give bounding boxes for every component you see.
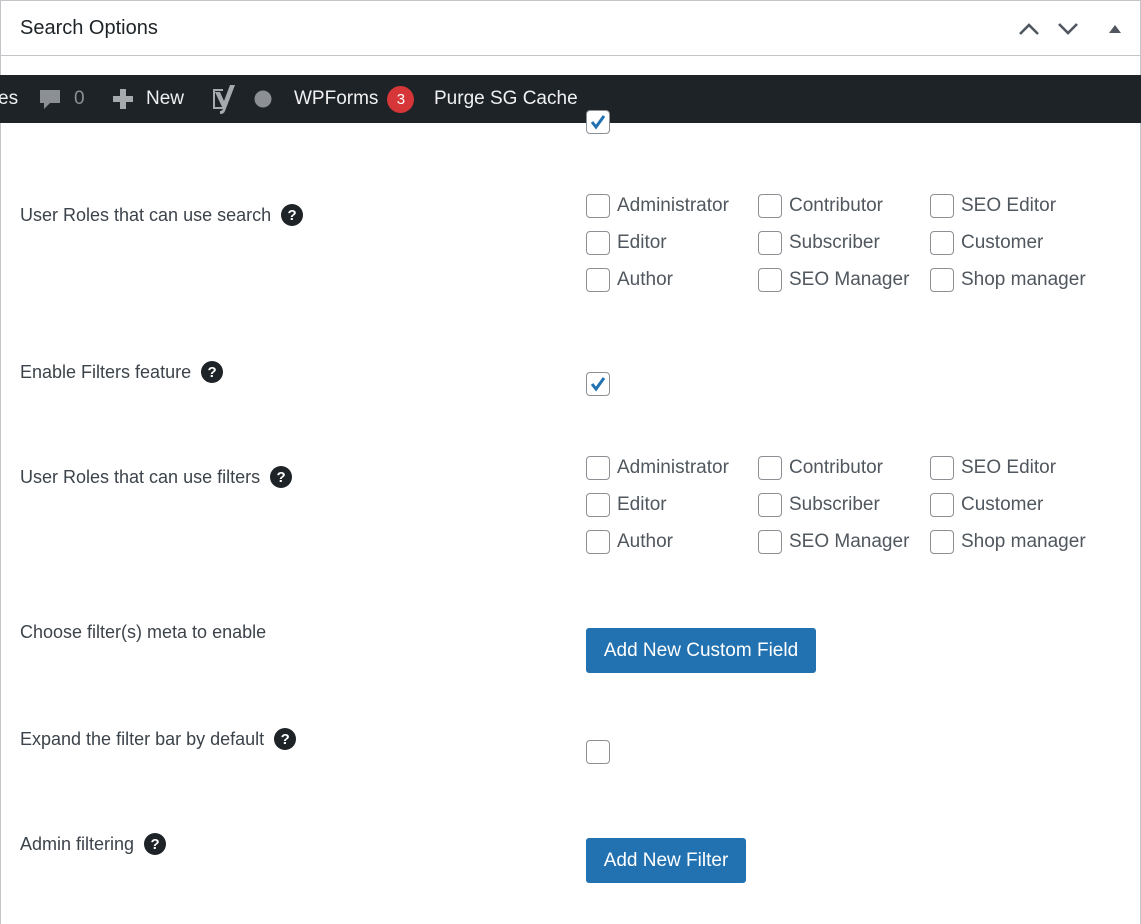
filters-feature-label-text: Enable Filters feature xyxy=(20,361,192,382)
add-new-filter-button[interactable]: Add New Filter xyxy=(586,838,746,883)
admin-bar-comments[interactable]: 0 xyxy=(38,75,85,123)
admin-bar-purge-cache[interactable]: Purge SG Cache xyxy=(434,75,578,123)
filter-roles-label: User Roles that can use filters ? xyxy=(20,466,293,488)
panel-content: User Roles that can use search ? Adminis… xyxy=(0,110,1141,924)
filter-meta-label: Choose filter(s) meta to enable xyxy=(20,622,266,643)
filter-role-customer-label[interactable]: Customer xyxy=(961,494,1043,516)
postbox-header: Search Options xyxy=(0,0,1141,56)
wpforms-badge: 3 xyxy=(387,85,415,113)
filter-role-subscriber-checkbox[interactable] xyxy=(758,493,782,517)
filter-role-administrator-checkbox[interactable] xyxy=(586,456,610,480)
search-role-customer-label[interactable]: Customer xyxy=(961,232,1043,254)
status-dot-icon xyxy=(254,90,272,108)
filter-role-administrator-label[interactable]: Administrator xyxy=(617,457,729,479)
search-role-contributor-label[interactable]: Contributor xyxy=(789,195,883,217)
admin-bar-wpforms[interactable]: WPForms 3 xyxy=(294,75,415,123)
search-roles-label: User Roles that can use search ? xyxy=(20,204,304,226)
filters-feature-label: Enable Filters feature ? xyxy=(20,361,224,383)
previous-row-checkbox[interactable] xyxy=(586,110,610,134)
search-role-seo-editor-label[interactable]: SEO Editor xyxy=(961,195,1056,217)
search-role-contributor-checkbox[interactable] xyxy=(758,194,782,218)
admin-bar: es 0 New WPForms 3 Purge SG Cache xyxy=(0,75,1141,123)
plus-icon xyxy=(113,89,133,109)
search-role-administrator-checkbox[interactable] xyxy=(586,194,610,218)
filter-role-seo-editor-checkbox[interactable] xyxy=(930,456,954,480)
filter-role-editor-label[interactable]: Editor xyxy=(617,494,667,516)
move-up-icon[interactable] xyxy=(1016,15,1042,43)
search-role-editor-checkbox[interactable] xyxy=(586,231,610,255)
expand-bar-label: Expand the filter bar by default ? xyxy=(20,728,297,750)
search-role-subscriber-label[interactable]: Subscriber xyxy=(789,232,880,254)
search-role-seo-editor-checkbox[interactable] xyxy=(930,194,954,218)
search-role-seo-manager-label[interactable]: SEO Manager xyxy=(789,269,909,291)
comments-count: 0 xyxy=(74,88,85,109)
admin-filtering-label-text: Admin filtering xyxy=(20,833,135,854)
search-role-author-label[interactable]: Author xyxy=(617,269,673,291)
expand-bar-label-text: Expand the filter bar by default xyxy=(20,728,265,749)
filter-role-contributor-checkbox[interactable] xyxy=(758,456,782,480)
help-icon[interactable]: ? xyxy=(281,204,304,226)
panel-title: Search Options xyxy=(20,17,158,39)
help-icon[interactable]: ? xyxy=(270,466,293,488)
search-role-subscriber-checkbox[interactable] xyxy=(758,231,782,255)
new-label: New xyxy=(146,88,185,109)
help-icon[interactable]: ? xyxy=(274,728,297,750)
search-role-customer-checkbox[interactable] xyxy=(930,231,954,255)
filter-role-seo-editor-label[interactable]: SEO Editor xyxy=(961,457,1056,479)
help-icon[interactable]: ? xyxy=(144,833,167,855)
wpforms-label: WPForms xyxy=(294,88,379,109)
search-role-seo-manager-checkbox[interactable] xyxy=(758,268,782,292)
admin-filtering-label: Admin filtering ? xyxy=(20,833,167,855)
filter-roles-label-text: User Roles that can use filters xyxy=(20,466,261,487)
search-role-administrator-label[interactable]: Administrator xyxy=(617,195,729,217)
filter-role-customer-checkbox[interactable] xyxy=(930,493,954,517)
collapse-toggle-icon[interactable] xyxy=(1102,15,1128,43)
search-role-shop-manager-checkbox[interactable] xyxy=(930,268,954,292)
admin-bar-yoast[interactable] xyxy=(210,75,238,123)
filter-role-editor-checkbox[interactable] xyxy=(586,493,610,517)
filter-role-contributor-label[interactable]: Contributor xyxy=(789,457,883,479)
move-down-icon[interactable] xyxy=(1055,15,1081,43)
panel-body-top xyxy=(0,56,1141,75)
filters-feature-checkbox[interactable] xyxy=(586,372,610,396)
filter-role-seo-manager-checkbox[interactable] xyxy=(758,530,782,554)
yoast-icon xyxy=(213,85,235,114)
search-role-editor-label[interactable]: Editor xyxy=(617,232,667,254)
comment-icon xyxy=(40,90,60,109)
filter-role-shop-manager-checkbox[interactable] xyxy=(930,530,954,554)
filter-role-seo-manager-label[interactable]: SEO Manager xyxy=(789,531,909,553)
search-role-shop-manager-label[interactable]: Shop manager xyxy=(961,269,1086,291)
filter-role-subscriber-label[interactable]: Subscriber xyxy=(789,494,880,516)
admin-bar-status[interactable] xyxy=(254,75,272,123)
search-role-author-checkbox[interactable] xyxy=(586,268,610,292)
filter-role-shop-manager-label[interactable]: Shop manager xyxy=(961,531,1086,553)
add-custom-field-button[interactable]: Add New Custom Field xyxy=(586,628,816,673)
admin-bar-cut-item[interactable]: es xyxy=(0,75,18,123)
filter-role-author-label[interactable]: Author xyxy=(617,531,673,553)
help-icon[interactable]: ? xyxy=(201,361,224,383)
filter-meta-label-text: Choose filter(s) meta to enable xyxy=(20,622,267,642)
filter-role-author-checkbox[interactable] xyxy=(586,530,610,554)
admin-bar-new[interactable]: New xyxy=(112,75,184,123)
expand-bar-checkbox[interactable] xyxy=(586,740,610,764)
search-roles-label-text: User Roles that can use search xyxy=(20,204,272,225)
